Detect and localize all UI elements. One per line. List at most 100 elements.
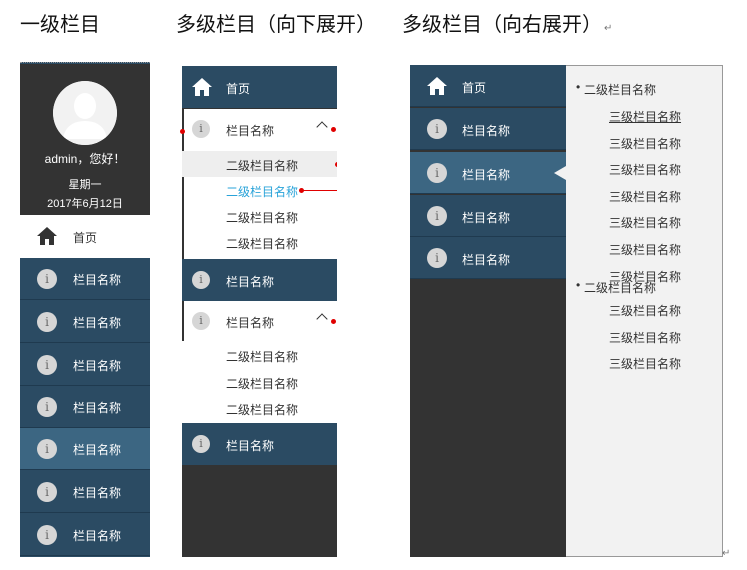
flyout-submenu: 二级栏目名称 三级栏目名称 三级栏目名称 三级栏目名称 三级栏目名称 三级栏目名… [566,65,723,557]
nav-item[interactable]: i 栏目名称 [410,195,566,237]
nav-item[interactable]: i 栏目名称 [182,423,337,465]
flyout-item[interactable]: 三级栏目名称 [609,329,681,346]
nav-item-active[interactable]: i 栏目名称 [410,152,566,194]
nav-parent-item[interactable]: i 栏目名称 [182,109,337,149]
info-icon: i [37,482,57,502]
annotation-dot [331,319,336,324]
nav-item[interactable]: i 栏目名称 [20,514,150,556]
nav-item[interactable]: i 栏目名称 [20,258,150,300]
nav-item-label: 首页 [73,231,98,245]
sub-item-label: 二级栏目名称 [226,159,299,173]
info-icon: i [192,120,210,138]
sub-item-label: 二级栏目名称 [226,350,299,364]
multi-level-down-sidebar: 首页 i 栏目名称 二级栏目名称 二级栏目名称 二级栏目名称 二级栏目名称 i 栏… [182,66,337,557]
nav-item[interactable]: i 栏目名称 [182,259,337,301]
chevron-up-icon[interactable] [316,313,328,325]
date-text: 2017年6月12日 [47,198,123,210]
sub-item[interactable]: 二级栏目名称 [182,229,337,255]
info-icon: i [37,355,57,375]
nav-item-home[interactable]: 首页 [182,66,337,108]
nav-item-home[interactable]: 首页 [410,65,566,107]
annotation-dot [180,129,185,134]
nav-item[interactable]: i 栏目名称 [410,108,566,150]
info-icon: i [37,525,57,545]
flyout-pointer [554,166,566,180]
user-silhouette-icon [53,81,117,145]
sub-item-label: 二级栏目名称 [226,185,299,199]
expanded-group-1: i 栏目名称 二级栏目名称 二级栏目名称 二级栏目名称 二级栏目名称 [182,109,337,259]
nav-item-label: 栏目名称 [462,253,511,267]
greeting-text: admin，您好！ [44,152,126,166]
nav-item-label: 栏目名称 [73,273,122,287]
weekday-text: 星期一 [68,179,102,191]
heading-multi-level-down: 多级栏目（向下展开） [176,12,376,36]
heading-multi-level-right: 多级栏目（向右展开） ↵ [402,12,613,36]
nav-item-label: 栏目名称 [73,443,122,457]
nav-item-label: 栏目名称 [226,275,275,289]
info-icon: i [37,312,57,332]
single-level-sidebar: admin，您好！ 星期一 2017年6月12日 首页 i 栏目名称 i 栏目名称 … [20,62,150,557]
sub-item-label: 二级栏目名称 [226,377,299,391]
nav-item[interactable]: i 栏目名称 [20,301,150,343]
nav-item-label: 栏目名称 [73,529,122,543]
flyout-item[interactable]: 三级栏目名称 [609,135,681,152]
sub-item[interactable]: 二级栏目名称 [182,369,337,395]
info-icon: i [192,435,210,453]
nav-item-label: 栏目名称 [73,401,122,415]
flyout-item[interactable]: 三级栏目名称 [609,108,681,125]
flyout-item[interactable]: 三级栏目名称 [609,355,681,372]
flyout-group-label[interactable]: 二级栏目名称 [576,278,656,296]
info-icon: i [427,119,447,139]
nav-item[interactable]: i 栏目名称 [20,344,150,386]
flyout-group-label[interactable]: 二级栏目名称 [576,80,656,98]
flyout-item[interactable]: 三级栏目名称 [609,302,681,319]
avatar[interactable] [53,81,117,145]
sub-item-label: 二级栏目名称 [226,403,299,417]
home-icon [36,226,58,251]
flyout-item[interactable]: 三级栏目名称 [609,161,681,178]
nav-item-home[interactable]: 首页 [20,215,150,258]
flyout-item[interactable]: 三级栏目名称 [609,214,681,231]
info-icon: i [37,269,57,289]
sub-item[interactable]: 二级栏目名称 [182,342,337,368]
nav-item-label: 首页 [462,81,487,95]
nav-parent-label: 栏目名称 [226,124,275,138]
info-icon: i [192,312,210,330]
annotation-dot [335,162,337,167]
nav-item-label: 栏目名称 [73,359,122,373]
home-icon [191,77,213,102]
nav-item[interactable]: i 栏目名称 [20,386,150,428]
nav-item-label: 首页 [226,82,251,96]
flyout-item[interactable]: 三级栏目名称 [609,188,681,205]
return-mark: ↵ [722,548,731,559]
multi-level-right-sidebar: 首页 i 栏目名称 i 栏目名称 i 栏目名称 i 栏目名称 [410,65,566,557]
sub-item[interactable]: 二级栏目名称 [182,395,337,421]
info-icon: i [427,163,447,183]
chevron-up-icon[interactable] [316,121,328,133]
sub-item-label: 二级栏目名称 [226,211,299,225]
heading-single-level: 一级栏目 [20,12,100,36]
home-icon [426,76,448,101]
nav-item[interactable]: i 栏目名称 [20,471,150,513]
nav-parent-label: 栏目名称 [226,316,275,330]
info-icon: i [192,271,210,289]
annotation-line [302,190,337,191]
nav-item-label: 栏目名称 [226,439,275,453]
return-mark: ↵ [604,23,613,34]
nav-item-label: 栏目名称 [73,316,122,330]
info-icon: i [427,248,447,268]
expanded-group-2: i 栏目名称 二级栏目名称 二级栏目名称 二级栏目名称 [182,301,337,423]
nav-item-label: 栏目名称 [462,168,511,182]
nav-item[interactable]: i 栏目名称 [410,237,566,279]
sub-item[interactable]: 二级栏目名称 [182,151,337,177]
flyout-item[interactable]: 三级栏目名称 [609,241,681,258]
annotation-dot [331,127,336,132]
nav-item-label: 栏目名称 [462,211,511,225]
nav-item-active[interactable]: i 栏目名称 [20,428,150,470]
sub-item-label: 二级栏目名称 [226,237,299,251]
sub-item[interactable]: 二级栏目名称 [182,203,337,229]
info-icon: i [427,206,447,226]
nav-item-label: 栏目名称 [462,124,511,138]
nav-parent-item[interactable]: i 栏目名称 [182,301,337,341]
sub-item-selected[interactable]: 二级栏目名称 [182,177,337,203]
